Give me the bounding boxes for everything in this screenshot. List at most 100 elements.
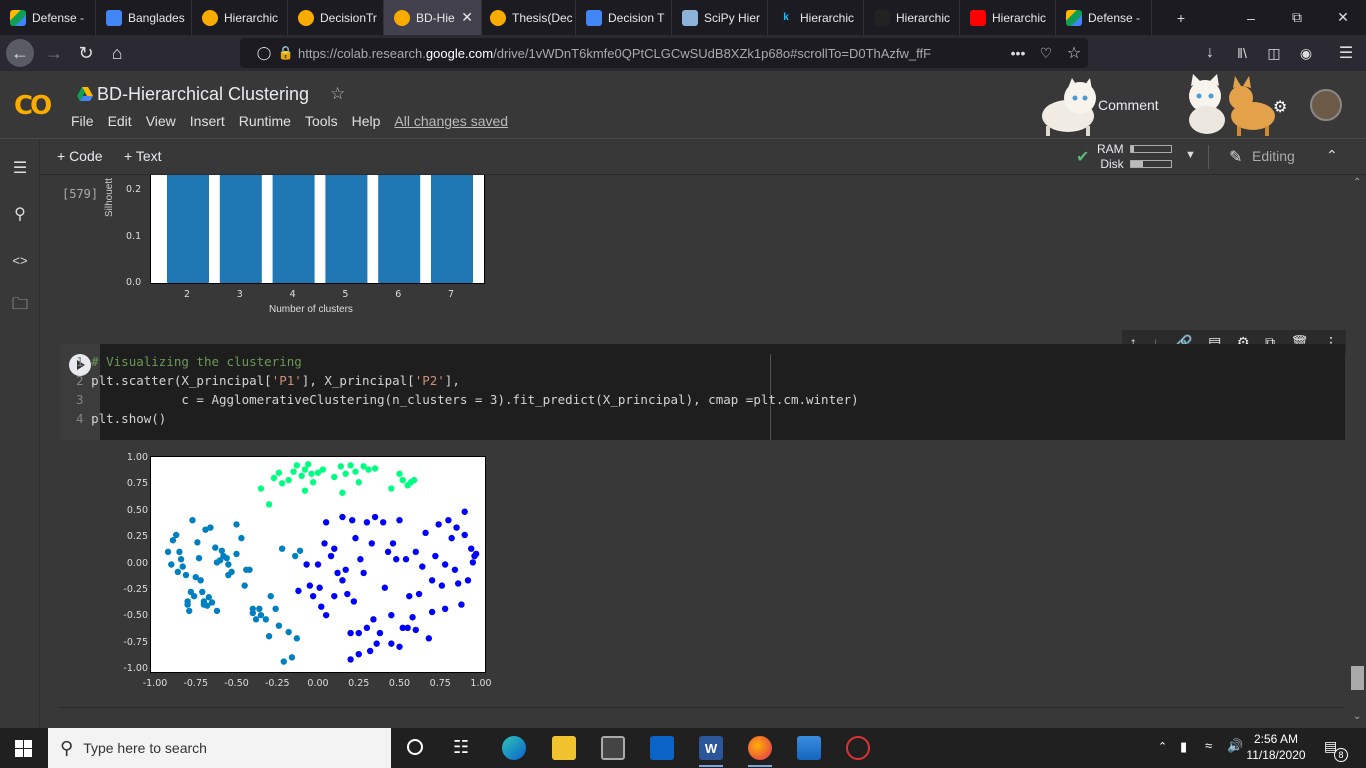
star-icon[interactable]: ☆ — [330, 84, 345, 104]
scatter-point — [355, 650, 362, 658]
avatar[interactable] — [1310, 89, 1342, 121]
code-line[interactable]: 4 plt.show() — [76, 411, 166, 426]
bookmark-star-icon[interactable]: ☆ — [1060, 39, 1088, 67]
menu-item-tools[interactable]: Tools — [305, 113, 338, 129]
browser-tab[interactable]: Hierarchic — [960, 0, 1056, 35]
bar-ytick-label: 0.0 — [126, 277, 142, 288]
browser-tab-label: Defense - — [1088, 10, 1141, 25]
taskbar-clock[interactable]: 2:56 AM 11/18/2020 — [1246, 731, 1306, 763]
library-icon[interactable]: ‖\ — [1228, 39, 1256, 67]
battery-icon[interactable]: ▮ — [1180, 739, 1187, 755]
task-view-icon[interactable]: ☷ — [453, 737, 469, 758]
back-arrow-icon[interactable]: ← — [6, 39, 34, 67]
reload-icon[interactable]: ↻ — [72, 39, 100, 67]
mail-icon[interactable] — [650, 736, 674, 760]
browser-tab[interactable]: Decision T — [576, 0, 672, 35]
colab-logo[interactable]: CO — [14, 91, 52, 121]
menu-item-edit[interactable]: Edit — [108, 113, 132, 129]
add-text-button[interactable]: + Text — [124, 148, 162, 164]
browser-tab[interactable]: BD-Hie ✕ — [384, 0, 482, 35]
restore-window-icon[interactable]: ⧉ — [1274, 0, 1320, 35]
taskbar-search[interactable]: ⚲ Type here to search — [48, 728, 391, 768]
browser-tab[interactable]: SciPy Hier — [672, 0, 768, 35]
menu-item-runtime[interactable]: Runtime — [239, 113, 291, 129]
page-actions-icon[interactable]: ••• — [1004, 39, 1032, 67]
close-tab-icon[interactable]: ✕ — [461, 9, 473, 26]
menu-item-insert[interactable]: Insert — [190, 113, 225, 129]
connected-check-icon: ✔ — [1076, 149, 1090, 166]
settings-gear-icon[interactable]: ⚙ — [1273, 97, 1287, 117]
sidebar-toggle-icon[interactable]: ◫ — [1260, 39, 1288, 67]
code-line[interactable]: 2 plt.scatter(X_principal['P1'], X_princ… — [76, 373, 460, 388]
scrollbar[interactable]: ⌃ ⌄ — [1350, 175, 1366, 728]
browser-tab[interactable]: DecisionTr — [288, 0, 384, 35]
scatter-point — [451, 566, 459, 573]
snipping-tool-icon[interactable] — [846, 736, 870, 760]
volume-icon[interactable]: 🔊 — [1227, 738, 1243, 754]
menu-item-view[interactable]: View — [146, 113, 176, 129]
forward-arrow-icon[interactable]: → — [40, 39, 68, 67]
browser-tab[interactable]: Hierarchic — [864, 0, 960, 35]
scatter-point — [393, 556, 400, 563]
comment-button[interactable]: Comment — [1098, 97, 1159, 113]
scatter-point — [257, 611, 265, 619]
code-line[interactable]: 3 c = AgglomerativeClustering(n_clusters… — [76, 392, 859, 407]
home-icon[interactable]: ⌂ — [103, 39, 131, 67]
add-code-button[interactable]: + Code — [57, 148, 103, 164]
scipy-icon — [682, 9, 698, 26]
word-icon[interactable]: W — [699, 736, 723, 760]
pocket-icon[interactable]: ♡ — [1032, 39, 1060, 67]
browser-tab[interactable]: k Hierarchic — [768, 0, 864, 35]
minimize-window-icon[interactable]: – — [1228, 0, 1274, 35]
close-window-icon[interactable]: ✕ — [1320, 0, 1366, 35]
drive-icon[interactable] — [77, 87, 93, 101]
save-status-link[interactable]: All changes saved — [394, 113, 508, 129]
chevron-up-icon[interactable]: ⌃ — [1158, 740, 1167, 753]
scroll-up-icon[interactable]: ⌃ — [1353, 177, 1361, 188]
menu-item-file[interactable]: File — [71, 113, 94, 129]
scatter-xtick-label: 0.00 — [307, 678, 329, 689]
browser-tab[interactable]: Hierarchic — [192, 0, 288, 35]
file-explorer-icon[interactable] — [552, 736, 576, 760]
notebook-title[interactable]: BD-Hierarchical Clustering — [97, 84, 309, 105]
code-line[interactable]: 1 # Visualizing the clustering — [76, 354, 302, 369]
scatter-point — [342, 470, 349, 477]
windows-start-icon[interactable] — [15, 740, 32, 757]
browser-tab[interactable]: Defense - — [0, 0, 96, 35]
bar-chart-ylabel: Silhouett — [104, 178, 115, 217]
files-folder-icon[interactable]: 🗀 — [10, 296, 30, 316]
menu-hamburger-icon[interactable]: ☰ — [1332, 39, 1360, 67]
url-bar[interactable]: https://colab.research. google.com/drive/… — [240, 38, 1088, 68]
notebook-toolbar: + Code + Text ✔ RAM Disk ▼ ✎ Editing ⌃ — [0, 139, 1366, 175]
browser-tab[interactable]: Thesis(Dec — [480, 0, 576, 35]
code-snippets-icon[interactable]: <> — [10, 250, 30, 270]
resources-indicator[interactable]: RAM Disk — [1097, 142, 1124, 172]
cortana-icon[interactable] — [407, 739, 423, 755]
new-tab-button[interactable]: + — [1158, 0, 1204, 35]
scroll-down-icon[interactable]: ⌄ — [1353, 711, 1361, 722]
scrollbar-thumb[interactable] — [1351, 666, 1364, 690]
downloads-icon[interactable]: ↓ — [1196, 39, 1224, 67]
bar — [431, 175, 473, 283]
account-icon[interactable]: ◉ — [1292, 39, 1320, 67]
browser-tab[interactable]: Banglades — [96, 0, 192, 35]
store-icon[interactable] — [601, 736, 625, 760]
wifi-icon[interactable]: ≈ — [1205, 738, 1212, 753]
chevron-down-icon[interactable]: ▼ — [1185, 149, 1196, 161]
editing-mode-label[interactable]: Editing — [1252, 148, 1295, 164]
code-cell[interactable]: 1 # Visualizing the clustering 2 plt.scat… — [60, 344, 1345, 440]
scatter-xtick-label: 0.50 — [388, 678, 411, 689]
photos-icon[interactable] — [797, 736, 821, 760]
menu-item-help[interactable]: Help — [352, 113, 381, 129]
edge-icon[interactable] — [502, 736, 526, 760]
search-icon[interactable]: ⚲ — [10, 204, 30, 224]
chevron-up-icon[interactable]: ⌃ — [1326, 147, 1338, 164]
browser-tab[interactable]: Defense - — [1056, 0, 1152, 35]
lock-icon[interactable]: 🔒 — [272, 39, 300, 67]
line-number: 2 — [76, 373, 84, 388]
scatter-ytick-label: 0.75 — [126, 478, 148, 490]
scatter-point — [296, 547, 304, 554]
firefox-icon[interactable] — [748, 736, 772, 760]
scatter-point — [257, 485, 265, 492]
table-of-contents-icon[interactable]: ☰ — [10, 158, 30, 178]
